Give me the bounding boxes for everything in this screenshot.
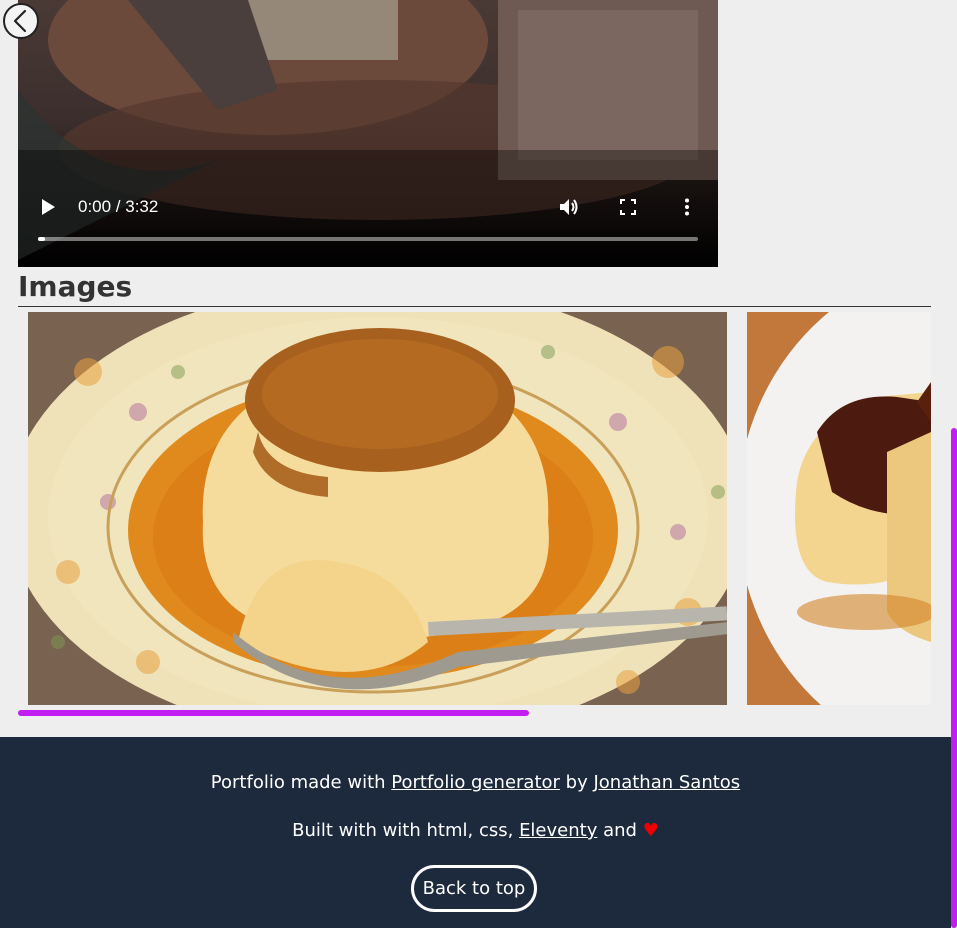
portfolio-generator-link[interactable]: Portfolio generator — [391, 772, 560, 793]
eleventy-link[interactable]: Eleventy — [519, 820, 597, 841]
heading-divider — [18, 306, 931, 307]
gallery-scrollbar-thumb[interactable] — [18, 710, 529, 716]
image-gallery[interactable] — [18, 312, 931, 705]
back-button[interactable] — [3, 3, 39, 39]
video-time: 0:00 / 3:32 — [78, 197, 159, 216]
footer-built-with-line: Built with with html, css, Eleventy and … — [0, 820, 951, 841]
play-icon — [42, 199, 55, 215]
flan-slices-image — [747, 312, 931, 705]
gallery-scrollbar[interactable] — [18, 710, 931, 716]
fullscreen-button[interactable] — [620, 196, 636, 218]
more-options-button[interactable] — [684, 196, 690, 218]
flan-on-floral-plate-image — [28, 312, 727, 705]
volume-button[interactable] — [558, 196, 580, 218]
gallery-image[interactable] — [28, 312, 727, 705]
footer-built-suffix: and — [603, 820, 637, 841]
footer-credit-prefix: Portfolio made with — [210, 772, 386, 793]
fullscreen-icon — [620, 199, 636, 215]
footer: Portfolio made with Portfolio generator … — [0, 737, 951, 928]
images-heading: Images — [18, 270, 133, 303]
gallery-image[interactable] — [747, 312, 931, 705]
footer-credit-line: Portfolio made with Portfolio generator … — [0, 772, 951, 793]
page-scrollbar-thumb[interactable] — [951, 428, 957, 928]
more-vertical-icon — [685, 198, 689, 216]
back-to-top-button[interactable]: Back to top — [411, 865, 537, 912]
video-frame — [18, 0, 718, 267]
author-link[interactable]: Jonathan Santos — [593, 772, 740, 793]
footer-built-prefix: Built with with html, css, — [292, 820, 514, 841]
video-progress-fill — [38, 237, 45, 241]
heart-icon: ♥ — [642, 820, 659, 841]
volume-icon — [560, 199, 578, 215]
video-progress-bar[interactable] — [38, 237, 698, 241]
footer-credit-by: by — [565, 772, 588, 793]
play-button[interactable] — [40, 196, 56, 218]
chevron-left-icon — [13, 9, 27, 33]
video-player[interactable]: 0:00 / 3:32 — [18, 0, 718, 267]
